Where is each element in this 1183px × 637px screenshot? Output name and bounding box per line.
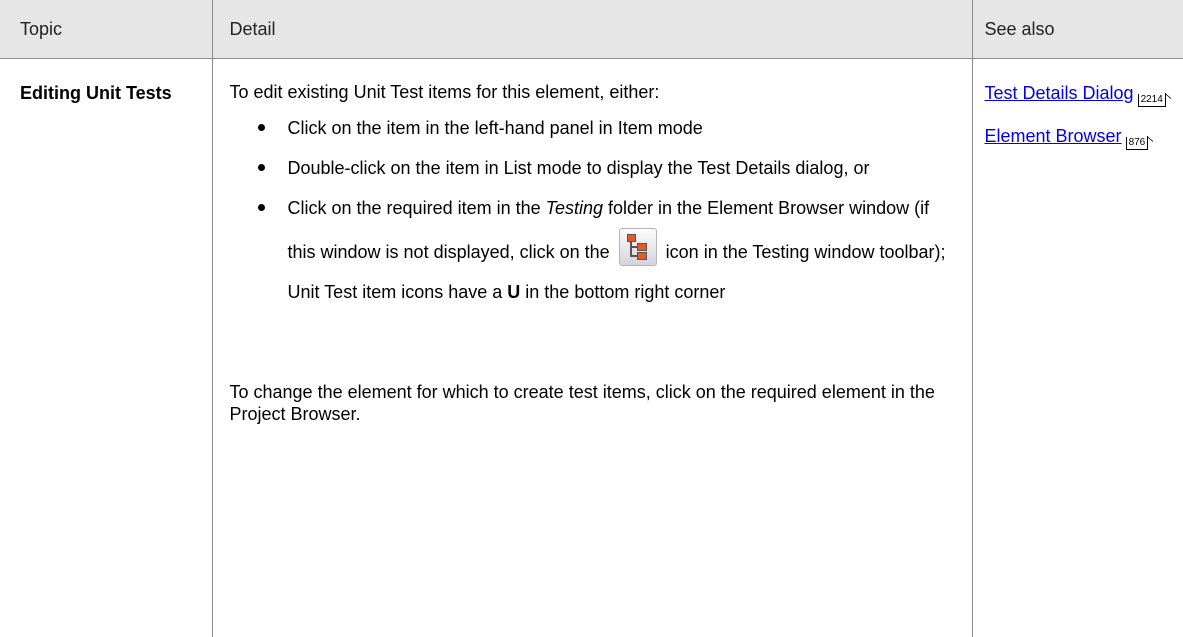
bullet-text-part1: Click on the required item in the [287, 198, 546, 218]
bullet-icon [257, 124, 265, 131]
see-also-entry: Test Details Dialog 2214 [985, 82, 1174, 107]
unit-marker-letter: U [507, 282, 521, 302]
unit-test-table: Topic Detail See also Editing Unit Tests… [0, 0, 1183, 637]
see-also-entry: Element Browser 876 [985, 125, 1174, 150]
list-item: Double-click on the item in List mode to… [230, 148, 954, 188]
testing-folder-name: Testing [545, 198, 604, 218]
bullet-list: Click on the item in the left-hand panel… [230, 108, 954, 312]
topic-cell: Editing Unit Tests [0, 58, 213, 637]
page-ref-number: 876 [1128, 137, 1146, 148]
header-topic: Topic [0, 0, 213, 59]
table-row: Editing Unit Tests To edit existing Unit… [0, 58, 1183, 637]
page-ref-badge: 876 [1125, 136, 1149, 150]
see-also-cell: Test Details Dialog 2214 Element Browser 8… [971, 58, 1183, 637]
outro-text: To change the element for which to creat… [229, 382, 935, 424]
header-see-also: See also [971, 0, 1183, 59]
detail-cell: To edit existing Unit Test items for thi… [211, 58, 973, 637]
header-detail: Detail [211, 0, 973, 59]
element-browser-tree-icon [618, 228, 657, 266]
bullet-text: Double-click on the item in List mode to… [287, 158, 870, 178]
list-item: Click on the item in the left-hand panel… [230, 108, 954, 148]
page-ref-number: 2214 [1140, 94, 1163, 105]
test-details-dialog-link[interactable]: Test Details Dialog [985, 83, 1134, 103]
intro-text: To edit existing Unit Test items for thi… [229, 82, 660, 102]
header-row: Topic Detail See also [0, 0, 1183, 59]
list-item: Click on the required item in the Testin… [230, 188, 954, 312]
page-ref-badge: 2214 [1137, 93, 1166, 107]
element-browser-link[interactable]: Element Browser [985, 126, 1122, 146]
bullet-text: Click on the item in the left-hand panel… [287, 118, 703, 138]
bullet-text-part4: in the bottom right corner [520, 282, 726, 302]
bullet-icon [257, 204, 265, 211]
bullet-icon [257, 164, 265, 171]
